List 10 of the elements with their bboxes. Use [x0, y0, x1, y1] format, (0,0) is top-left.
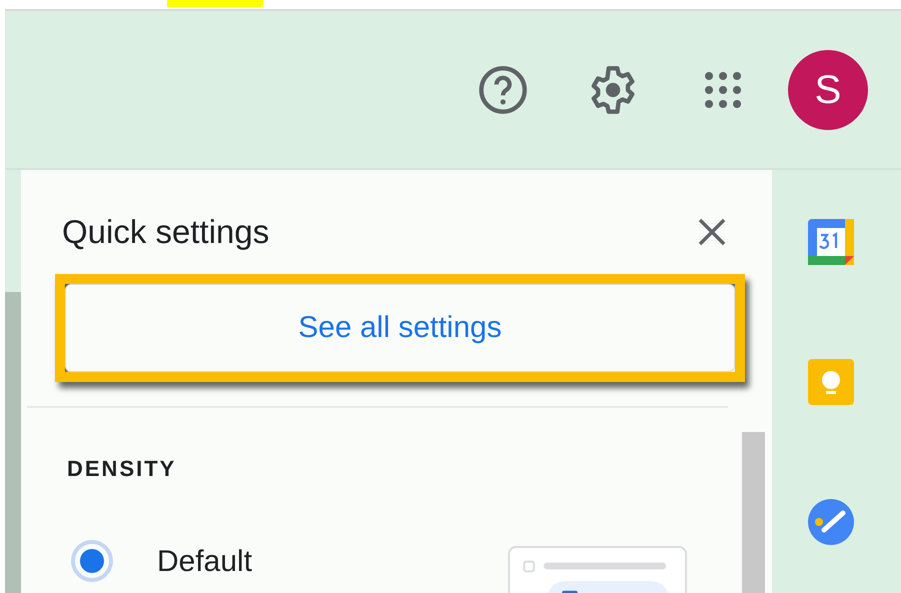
help-icon[interactable] — [477, 64, 529, 116]
scrollbar[interactable] — [742, 432, 765, 593]
account-avatar[interactable]: S — [788, 50, 868, 130]
section-heading: DENSITY — [67, 454, 178, 483]
see-all-settings-button[interactable]: See all settings — [65, 284, 735, 372]
panel-title: Quick settings — [62, 212, 270, 252]
option-label: Default — [157, 544, 252, 580]
tasks-icon[interactable] — [806, 498, 854, 546]
radio-button[interactable] — [71, 540, 113, 582]
calendar-icon[interactable] — [806, 218, 854, 266]
